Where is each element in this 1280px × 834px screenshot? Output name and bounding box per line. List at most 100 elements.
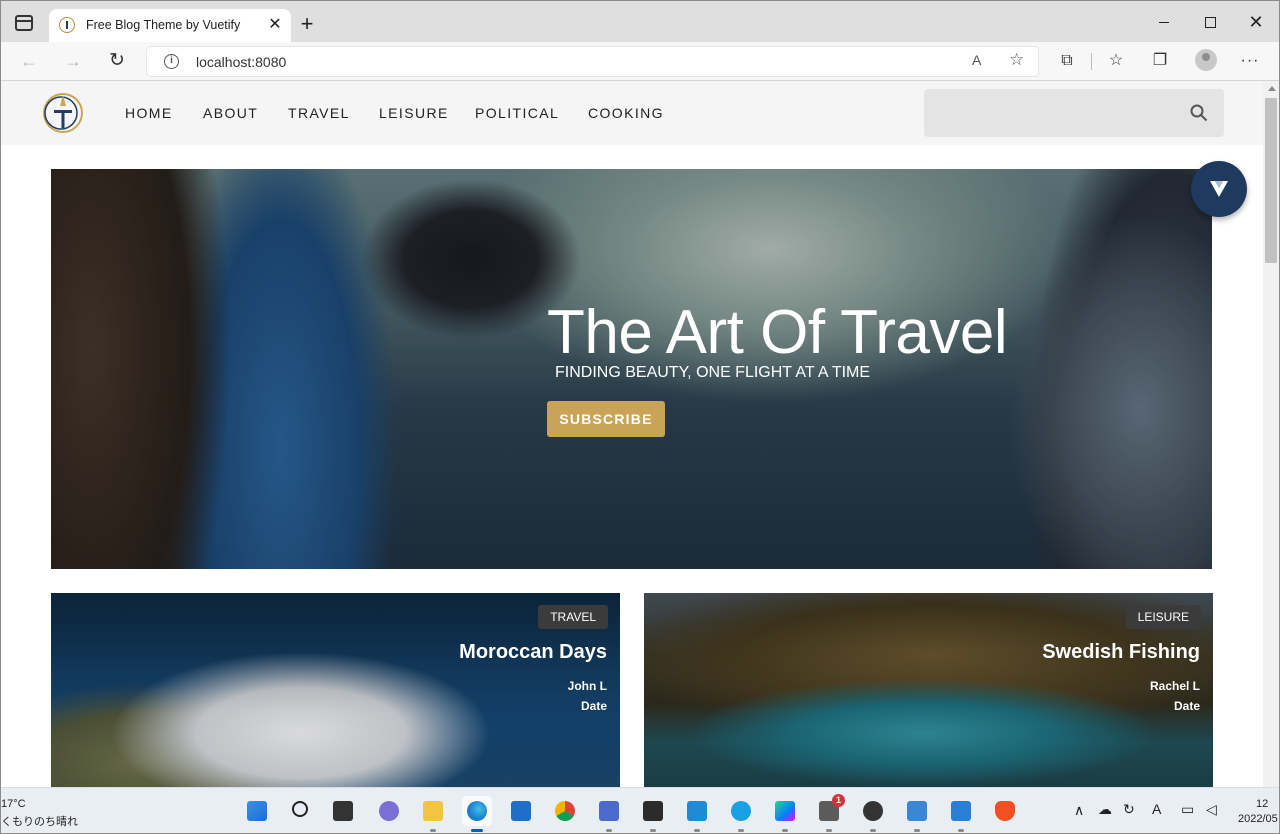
search-input[interactable] [938,101,1178,125]
scroll-up-arrow[interactable] [1268,86,1276,91]
terminal-icon [643,801,663,821]
teams-chat-button[interactable] [374,796,404,826]
nav-home[interactable]: HOME [125,105,173,121]
brave-button[interactable] [990,796,1020,826]
card-author: John L [567,679,607,693]
start-button[interactable] [242,796,272,826]
browser-toolbar: ← → ↻ i localhost:8080 A ☆ ⧉ ☆ ❐ ··· [1,42,1279,81]
store-icon [511,801,531,821]
tab-strip: Free Blog Theme by Vuetify ✕ + ✕ [1,1,1279,42]
taskbar: 17°C くもりのち晴れ 1 ∧ ☁ ↻ A ▭ ◁ 12 2022/05 [1,787,1279,833]
search-field[interactable] [924,89,1224,137]
running-indicator [870,829,876,832]
back-icon[interactable]: ← [17,50,41,72]
folder-icon [423,801,443,821]
windows-icon [247,801,267,821]
category-chip[interactable]: TRAVEL [538,605,608,629]
notepad-button[interactable] [902,796,932,832]
cloud-icon[interactable]: ☁ [1098,801,1112,818]
slack-button[interactable]: 1 [814,794,845,832]
collections-icon[interactable]: ❐ [1149,51,1171,71]
info-icon[interactable]: i [164,54,179,69]
tray-chevron-icon[interactable]: ∧ [1074,802,1084,819]
tab-actions-icon[interactable] [15,15,33,31]
security-app-button[interactable] [946,796,976,832]
task-view-icon [333,801,353,821]
forward-icon[interactable]: → [61,50,85,72]
skype-button[interactable] [726,796,756,832]
browser-window: Free Blog Theme by Vuetify ✕ + ✕ ← → ↻ i… [0,0,1280,834]
vuetify-fab[interactable] [1191,161,1247,217]
nav-travel[interactable]: TRAVEL [288,105,350,121]
profile-icon[interactable] [1195,49,1217,71]
notification-badge: 1 [832,794,845,807]
weather-temperature[interactable]: 17°C [1,798,26,810]
card-title[interactable]: Swedish Fishing [1042,641,1200,664]
nav-leisure[interactable]: LEISURE [379,105,449,121]
category-chip[interactable]: LEISURE [1125,605,1201,629]
search-taskbar-button[interactable] [286,796,316,826]
ime-icon[interactable]: A [1152,801,1161,817]
nav-cooking[interactable]: COOKING [588,105,664,121]
file-explorer-button[interactable] [418,796,448,832]
running-indicator [826,829,832,832]
vscode-button[interactable] [682,796,712,832]
terminal-button[interactable] [638,796,668,832]
address-bar[interactable]: i localhost:8080 A ☆ [146,46,1039,77]
browser-tab[interactable]: Free Blog Theme by Vuetify ✕ [49,9,291,42]
subscribe-button[interactable]: SUBSCRIBE [547,401,665,437]
hero-subtitle: FINDING BEAUTY, ONE FLIGHT AT A TIME [555,364,871,381]
favorites-icon[interactable]: ☆ [1105,51,1127,71]
card-author: Rachel L [1149,679,1200,693]
edge-icon [467,801,487,821]
obs-button[interactable] [858,796,888,832]
sync-icon[interactable]: ↻ [1123,801,1135,818]
close-window-button[interactable]: ✕ [1245,12,1267,32]
card-date: Date [1173,699,1200,713]
running-indicator [430,829,436,832]
edge-button[interactable] [462,796,492,832]
read-aloud-icon[interactable]: A [972,52,981,68]
hero-banner: The Art Of Travel FINDING BEAUTY, ONE FL… [51,169,1212,569]
reload-icon[interactable]: ↻ [105,50,129,72]
favorite-icon[interactable]: ☆ [1009,50,1024,70]
tab-title: Free Blog Theme by Vuetify [86,18,241,32]
post-card[interactable]: LEISURE Swedish Fishing Rachel L Date [644,593,1213,787]
maximize-button[interactable] [1199,12,1221,32]
card-title[interactable]: Moroccan Days [459,641,607,664]
chrome-icon [555,801,575,821]
brave-icon [995,801,1015,821]
app-bar: HOME ABOUT TRAVEL LEISURE POLITICAL COOK… [1,81,1263,145]
menu-icon[interactable]: ··· [1239,51,1261,71]
running-indicator [782,829,788,832]
nav-about[interactable]: ABOUT [203,105,258,121]
nav-political[interactable]: POLITICAL [475,105,559,121]
speaker-icon[interactable]: ◁ [1206,801,1217,818]
url-text[interactable]: localhost:8080 [196,54,286,70]
tab-close-icon[interactable]: ✕ [267,15,283,35]
weather-condition[interactable]: くもりのち晴れ [1,813,78,829]
site-logo[interactable] [39,92,87,134]
network-app-button[interactable] [594,796,624,832]
card-overlay [51,593,620,787]
network-icon[interactable]: ▭ [1181,801,1194,818]
skype-icon [731,801,751,821]
scrollbar-thumb[interactable] [1265,98,1277,263]
search-icon[interactable] [1190,104,1208,122]
new-tab-button[interactable]: + [297,13,317,35]
extensions-icon[interactable]: ⧉ [1056,51,1078,71]
minimize-button[interactable] [1153,12,1175,32]
store-button[interactable] [506,796,536,826]
clock-time[interactable]: 12 [1256,798,1268,810]
task-view-button[interactable] [328,796,358,826]
webstorm-icon [775,801,795,821]
running-indicator [471,829,483,832]
page-scrollbar[interactable] [1263,81,1279,787]
hero-title: The Art Of Travel [547,298,1008,367]
network-app-icon [599,801,619,821]
running-indicator [958,829,964,832]
post-card[interactable]: TRAVEL Moroccan Days John L Date [51,593,620,787]
webstorm-button[interactable] [770,796,800,832]
chrome-button[interactable] [550,796,580,826]
clock-date[interactable]: 2022/05 [1238,813,1278,825]
